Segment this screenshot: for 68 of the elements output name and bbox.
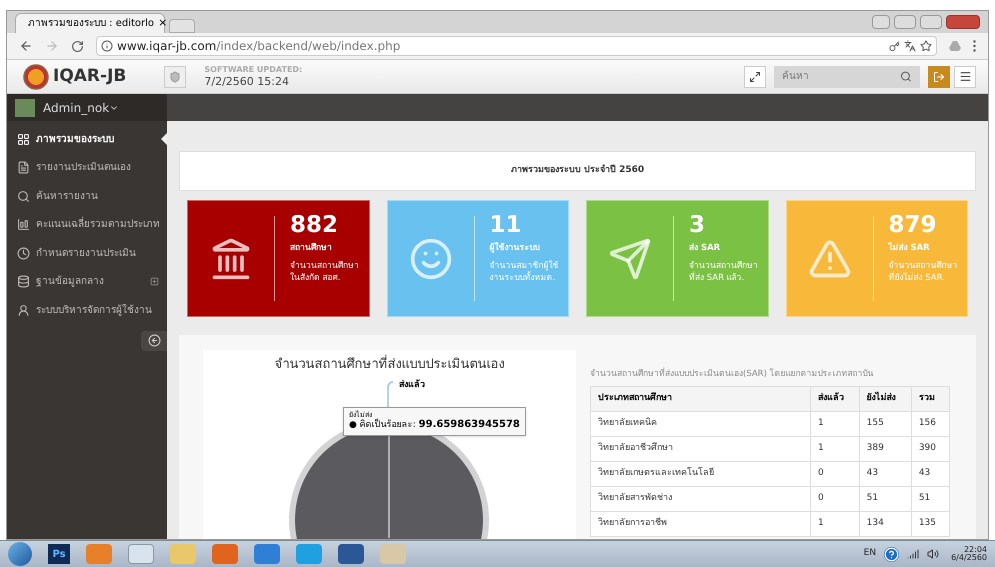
menu-label: ระบบบริหารจัดการผู้ใช้งาน	[36, 303, 152, 318]
sidebar-item[interactable]: คะแนนเฉลี่ยรวมตามประเภท	[7, 210, 167, 239]
url-text: www.iqar-jb.com/index/backend/web/index.php	[117, 38, 400, 55]
stat-title: ส่ง SAR	[689, 242, 722, 256]
clock-time: 22:04	[964, 546, 987, 554]
table-cell: 51	[911, 486, 950, 512]
sidebar-item[interactable]: ค้นหารายงาน	[7, 182, 167, 210]
stat-value: 879	[888, 213, 938, 238]
sidebar-item[interactable]: ฐานข้อมูลกลาง	[7, 268, 167, 296]
menu-label: ภาพรวมของระบบ	[36, 132, 114, 147]
table-cell: 1	[810, 511, 860, 536]
language-indicator[interactable]: EN	[864, 547, 876, 561]
column-header: ส่งแล้ว	[810, 386, 860, 412]
address-bar[interactable]: www.iqar-jb.com/index/backend/web/index.php	[96, 36, 937, 56]
menu-label: ค้นหารายงาน	[36, 190, 98, 204]
table-cell: วิทยาลัยเกษตรและเทคโนโลยี	[590, 461, 810, 486]
stat-title: สถานศึกษา	[290, 242, 333, 256]
search-input[interactable]: ค้นหา	[782, 69, 900, 84]
tab-close-button[interactable]: ×	[158, 15, 168, 32]
search-field[interactable]: ค้นหา	[774, 66, 920, 88]
menu-label: ฐานข้อมูลกลาง	[36, 274, 104, 290]
table-cell: 156	[911, 411, 950, 436]
stat-title: ไม่ส่ง SAR	[888, 242, 931, 256]
stat-description: จำนวนสถานศึกษาที่ยังไม่ส่ง SAR.	[888, 261, 958, 285]
column-header: ประเภทสถานศึกษา	[590, 386, 810, 412]
table-cell: 134	[859, 511, 912, 536]
menu-label: รายงานประเมินตนเอง	[36, 161, 131, 176]
tooltip-text: ● คิดเป็นร้อยละ: 99.659863945578	[349, 419, 520, 432]
stat-title: ผู้ใช้งานระบบ	[490, 242, 540, 256]
column-header: รวม	[911, 386, 950, 412]
table-cell: 1	[810, 436, 860, 462]
chart-title: จำนวนสถานศึกษาที่ส่งแบบประเมินตนเอง	[274, 355, 504, 374]
stat-value: 882	[290, 213, 340, 238]
stat-description: จำนวนสถานศึกษา ในสังกัด สอศ.	[290, 261, 360, 285]
browser-tab[interactable]: ภาพรวมของระบบ : editorlo ×	[15, 13, 165, 33]
updated-value: 7/2/2560 15:24	[204, 74, 290, 88]
stat-description: จำนวนสมาชิกผู้ใช้งานระบบทั้งหมด.	[490, 261, 560, 285]
table-cell: 389	[859, 436, 912, 462]
table-cell: วิทยาลัยเทคนิค	[590, 411, 810, 436]
table-cell: 1	[810, 411, 860, 436]
table-caption: จำนวนสถานศึกษาที่ส่งแบบประเมินตนเอง(SAR) โดยแยกตามประเภทสถาบัน	[590, 368, 875, 381]
page-title: ภาพรวมของระบบ ประจำปี 2560	[510, 164, 644, 178]
tab-title: ภาพรวมของระบบ : editorlo	[28, 17, 154, 31]
table-cell: 43	[911, 461, 950, 486]
table-cell: 135	[911, 511, 950, 536]
photoshop-taskbar-button[interactable]: Ps	[48, 544, 70, 564]
sidebar-item[interactable]: กำหนดรายงานประเมิน	[7, 239, 167, 268]
stat-value: 3	[689, 213, 706, 238]
stat-description: จำนวนสถานศึกษาที่ส่ง SAR แล้ว.	[689, 261, 759, 285]
table-cell: วิทยาลัยสารพัดช่าง	[590, 486, 810, 512]
brand-name: IQAR-JB	[53, 64, 126, 88]
sidebar-item[interactable]: ระบบบริหารจัดการผู้ใช้งาน	[7, 296, 167, 324]
menu-label: กำหนดรายงานประเมิน	[36, 246, 136, 261]
sidebar-item[interactable]: รายงานประเมินตนเอง	[7, 154, 167, 182]
table-cell: 390	[911, 436, 950, 462]
stat-value: 11	[490, 213, 523, 238]
table-cell: 43	[859, 461, 912, 486]
table-cell: วิทยาลัยการอาชีพ	[590, 511, 810, 536]
slice-label: ส่งแล้ว	[399, 378, 425, 392]
table-cell: 0	[810, 461, 860, 486]
updated-label: SOFTWARE UPDATED:	[204, 64, 302, 75]
table-cell: 51	[859, 486, 912, 512]
column-header: ยังไม่ส่ง	[859, 386, 912, 412]
table-cell: 0	[810, 486, 860, 512]
table-cell: วิทยาลัยอาชีวศึกษา	[590, 436, 810, 462]
table-cell: 155	[859, 411, 912, 436]
clock-date: 6/4/2560	[951, 554, 987, 562]
menu-label: คะแนนเฉลี่ยรวมตามประเภท	[36, 217, 160, 232]
